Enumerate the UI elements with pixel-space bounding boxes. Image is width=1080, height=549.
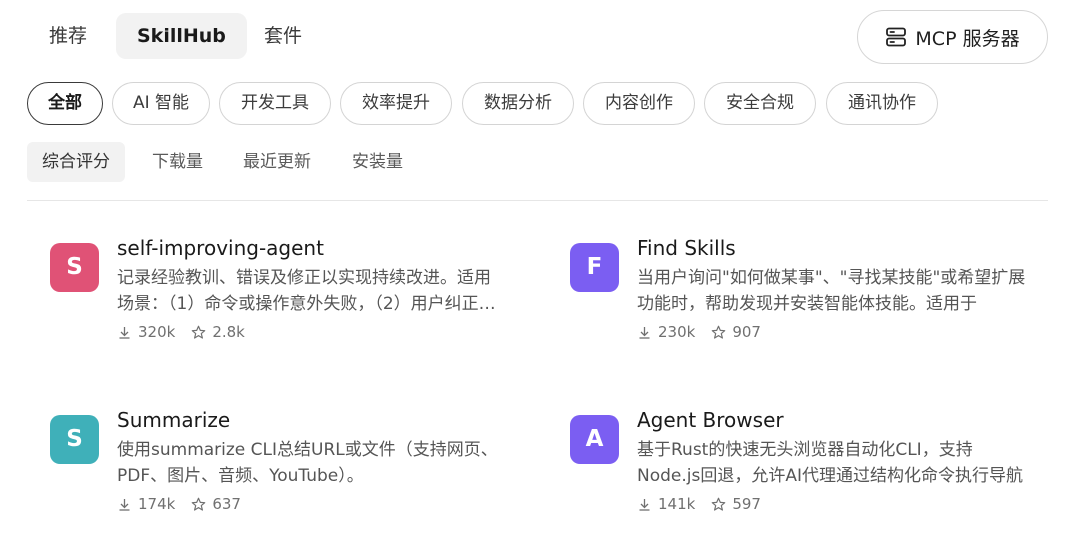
star-icon (192, 325, 206, 339)
skill-title: Agent Browser (637, 408, 784, 432)
download-count: 320k (138, 323, 176, 341)
star-icon (712, 497, 726, 511)
skill-title: self-improving-agent (117, 236, 324, 260)
skill-stats: 320k 2.8k (117, 323, 245, 341)
download-count: 174k (138, 495, 176, 513)
skill-title: Summarize (117, 408, 231, 432)
skill-title: Find Skills (637, 236, 736, 260)
category-chip-security[interactable]: 安全合规 (704, 82, 816, 125)
skill-stats: 141k 597 (637, 495, 761, 513)
download-icon (119, 498, 130, 511)
skill-avatar: S (50, 243, 99, 292)
star-count: 2.8k (212, 323, 245, 341)
skill-avatar: S (50, 415, 99, 464)
skill-description: 基于Rust的快速无头浏览器自动化CLI，支持Node.js回退，允许AI代理通… (637, 440, 1023, 486)
tab-recommended[interactable]: 推荐 (49, 13, 87, 59)
category-chip-all[interactable]: 全部 (27, 82, 103, 125)
download-count: 230k (658, 323, 696, 341)
category-filter-bar: 全部 AI 智能 开发工具 效率提升 数据分析 内容创作 安全合规 通讯协作 (0, 82, 1080, 126)
category-chip-content-creation[interactable]: 内容创作 (583, 82, 695, 125)
skill-card[interactable]: S Summarize 使用summarize CLI总结URL或文件（支持网页… (50, 408, 498, 535)
skill-stats: 174k 637 (117, 495, 241, 513)
star-count: 637 (212, 495, 241, 513)
skill-avatar: F (570, 243, 619, 292)
star-count: 907 (732, 323, 761, 341)
skill-description: 当用户询问"如何做某事"、"寻找某技能"或希望扩展功能时，帮助发现并安装智能体技… (637, 268, 1026, 314)
tab-skillhub[interactable]: SkillHub (116, 13, 247, 59)
skill-avatar: A (570, 415, 619, 464)
category-chip-communication[interactable]: 通讯协作 (826, 82, 938, 125)
download-icon (119, 326, 130, 339)
skill-card[interactable]: S self-improving-agent 记录经验教训、错误及修正以实现持续… (50, 236, 496, 363)
star-icon (712, 325, 726, 339)
sort-downloads[interactable]: 下载量 (152, 142, 203, 182)
sort-overall-rating[interactable]: 综合评分 (27, 142, 125, 182)
divider (27, 200, 1048, 201)
download-icon (639, 326, 650, 339)
star-icon (192, 497, 206, 511)
download-icon (639, 498, 650, 511)
server-icon (886, 27, 907, 47)
sort-installs[interactable]: 安装量 (352, 142, 403, 182)
skill-card[interactable]: F Find Skills 当用户询问"如何做某事"、"寻找某技能"或希望扩展功… (570, 236, 1025, 363)
sort-bar: 综合评分 下载量 最近更新 安装量 (0, 142, 1080, 182)
skill-description: 记录经验教训、错误及修正以实现持续改进。适用场景：（1）命令或操作意外失败，（2… (117, 268, 496, 314)
sort-recently-updated[interactable]: 最近更新 (243, 142, 311, 182)
mcp-servers-button[interactable]: MCP 服务器 (857, 10, 1048, 64)
download-count: 141k (658, 495, 696, 513)
category-chip-data-analysis[interactable]: 数据分析 (462, 82, 574, 125)
skill-description: 使用summarize CLI总结URL或文件（支持网页、PDF、图片、音频、Y… (117, 440, 498, 486)
mcp-servers-label: MCP 服务器 (915, 27, 1020, 50)
top-navigation: 推荐 SkillHub 套件 MCP 服务器 (0, 0, 1080, 72)
star-count: 597 (732, 495, 761, 513)
category-chip-dev-tools[interactable]: 开发工具 (219, 82, 331, 125)
category-chip-ai[interactable]: AI 智能 (112, 82, 210, 125)
skill-stats: 230k 907 (637, 323, 761, 341)
category-chip-productivity[interactable]: 效率提升 (340, 82, 452, 125)
skill-card[interactable]: A Agent Browser 基于Rust的快速无头浏览器自动化CLI，支持N… (570, 408, 1023, 535)
tab-suites[interactable]: 套件 (264, 13, 302, 59)
